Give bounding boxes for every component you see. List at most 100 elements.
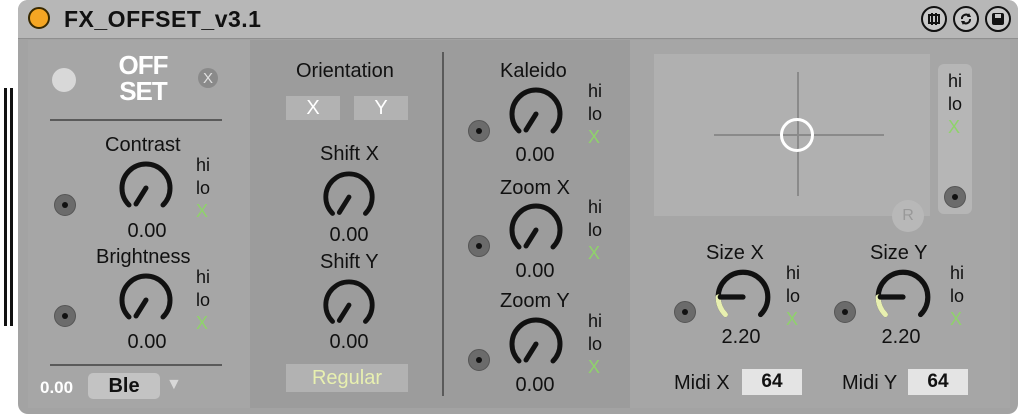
mode-button[interactable]: Regular [286, 364, 408, 392]
contrast-mod-led[interactable] [54, 194, 76, 216]
brightness-mod-led[interactable] [54, 305, 76, 327]
kaleido-value: 0.00 [515, 144, 555, 166]
lo-label[interactable]: lo [588, 219, 602, 242]
x-label[interactable]: X [786, 308, 800, 331]
midi-x-number[interactable]: 64 [742, 369, 802, 395]
zoom-x-value: 0.00 [515, 260, 555, 282]
size-x-mod-led[interactable] [674, 301, 696, 323]
size-x-dial [715, 269, 771, 318]
hi-label[interactable]: hi [196, 266, 210, 289]
xy-mod-led[interactable] [944, 186, 966, 208]
save-icon[interactable] [985, 6, 1011, 32]
knob-dial [509, 317, 563, 364]
hotswap-icon[interactable] [921, 6, 947, 32]
hi-label[interactable]: hi [786, 262, 800, 285]
size-y-hilo: hi lo X [950, 262, 964, 331]
blend-select[interactable]: Ble [88, 373, 160, 399]
hi-label[interactable]: hi [588, 310, 602, 333]
size-y-value: 2.20 [881, 326, 921, 348]
x-label[interactable]: X [950, 308, 964, 331]
shift-y-value: 0.00 [329, 331, 369, 353]
kaleido-knob[interactable] [506, 84, 566, 149]
middle-divider [442, 52, 444, 396]
lo-label[interactable]: lo [950, 285, 964, 308]
size-y-mod-led[interactable] [834, 301, 856, 323]
zoom-x-knob[interactable] [506, 200, 566, 265]
device-title: FX_OFFSET_v3.1 [64, 6, 262, 32]
shift-y-label: Shift Y [320, 251, 379, 273]
x-label[interactable]: X [196, 200, 210, 223]
zoom-x-label: Zoom X [500, 177, 571, 199]
x-label[interactable]: X [948, 116, 962, 139]
offset-logo: OFF SET [118, 50, 169, 106]
size-x-knob[interactable] [712, 266, 774, 333]
midi-x-label: Midi X [674, 372, 730, 394]
lo-label[interactable]: lo [196, 289, 210, 312]
left-divider-bottom [50, 364, 222, 366]
zoom-y-mod-led[interactable] [468, 349, 490, 371]
midi-y-label: Midi Y [842, 372, 898, 394]
size-y-knob[interactable] [872, 266, 934, 333]
knob-dial [119, 161, 173, 208]
xy-side-strip: hi lo X [938, 64, 972, 214]
xy-hilo: hi lo X [948, 70, 962, 139]
kaleido-hilo: hi lo X [588, 80, 602, 149]
zoom-y-knob[interactable] [506, 314, 566, 379]
left-divider-top [50, 119, 222, 121]
kaleido-mod-led[interactable] [468, 120, 490, 142]
size-y-label: Size Y [870, 242, 928, 264]
shift-x-label: Shift X [320, 143, 379, 165]
brightness-knob[interactable] [116, 270, 176, 335]
contrast-value: 0.00 [127, 220, 167, 242]
zoom-x-mod-led[interactable] [468, 235, 490, 257]
right-panel: R hi lo X Size X 2.20 hi lo X Size Y 2.2… [630, 40, 1010, 408]
device-frame: FX_OFFSET_v3.1 OFF SET X Contrast 0.00 h… [18, 0, 1018, 414]
orientation-y-button[interactable]: Y [354, 96, 408, 120]
orientation-label: Orientation [296, 60, 394, 82]
hi-label[interactable]: hi [950, 262, 964, 285]
knob-dial [509, 87, 563, 134]
toggle-button[interactable] [52, 68, 76, 92]
xy-reset-button[interactable]: R [892, 200, 924, 232]
hi-label[interactable]: hi [588, 196, 602, 219]
zoom-y-hilo: hi lo X [588, 310, 602, 379]
size-x-hilo: hi lo X [786, 262, 800, 331]
size-x-value: 2.20 [721, 326, 761, 348]
xy-handle[interactable] [780, 118, 814, 152]
midi-y-number[interactable]: 64 [908, 369, 968, 395]
knob-dial [509, 203, 563, 250]
contrast-knob[interactable] [116, 158, 176, 223]
chevron-down-icon[interactable]: ▼ [166, 376, 182, 394]
hi-label[interactable]: hi [588, 80, 602, 103]
orientation-x-button[interactable]: X [286, 96, 340, 120]
x-label[interactable]: X [588, 126, 602, 149]
lo-label[interactable]: lo [196, 177, 210, 200]
x-label[interactable]: X [588, 242, 602, 265]
xy-pad[interactable] [654, 54, 930, 216]
middle-panel: Orientation X Y Shift X 0.00 Shift Y 0.0… [250, 40, 630, 408]
contrast-hilo: hi lo X [196, 154, 210, 223]
shift-y-knob[interactable] [320, 276, 378, 339]
size-x-label: Size X [706, 242, 764, 264]
x-label[interactable]: X [588, 356, 602, 379]
lo-label[interactable]: lo [588, 333, 602, 356]
hi-label[interactable]: hi [196, 154, 210, 177]
footer-value: 0.00 [40, 378, 74, 397]
shift-x-knob[interactable] [320, 168, 378, 231]
knob-dial [119, 273, 173, 320]
lo-label[interactable]: lo [948, 93, 962, 116]
edge-bars [4, 88, 14, 326]
device-power-icon[interactable] [28, 7, 50, 29]
x-label[interactable]: X [196, 312, 210, 335]
contrast-label: Contrast [105, 134, 181, 156]
shift-x-value: 0.00 [329, 224, 369, 246]
zoom-y-value: 0.00 [515, 374, 555, 396]
close-icon[interactable]: X [198, 68, 218, 88]
refresh-icon[interactable] [953, 6, 979, 32]
size-y-dial [875, 269, 931, 318]
knob-dial [323, 279, 375, 324]
lo-label[interactable]: lo [588, 103, 602, 126]
hi-label[interactable]: hi [948, 70, 962, 93]
lo-label[interactable]: lo [786, 285, 800, 308]
brightness-label: Brightness [96, 246, 191, 268]
